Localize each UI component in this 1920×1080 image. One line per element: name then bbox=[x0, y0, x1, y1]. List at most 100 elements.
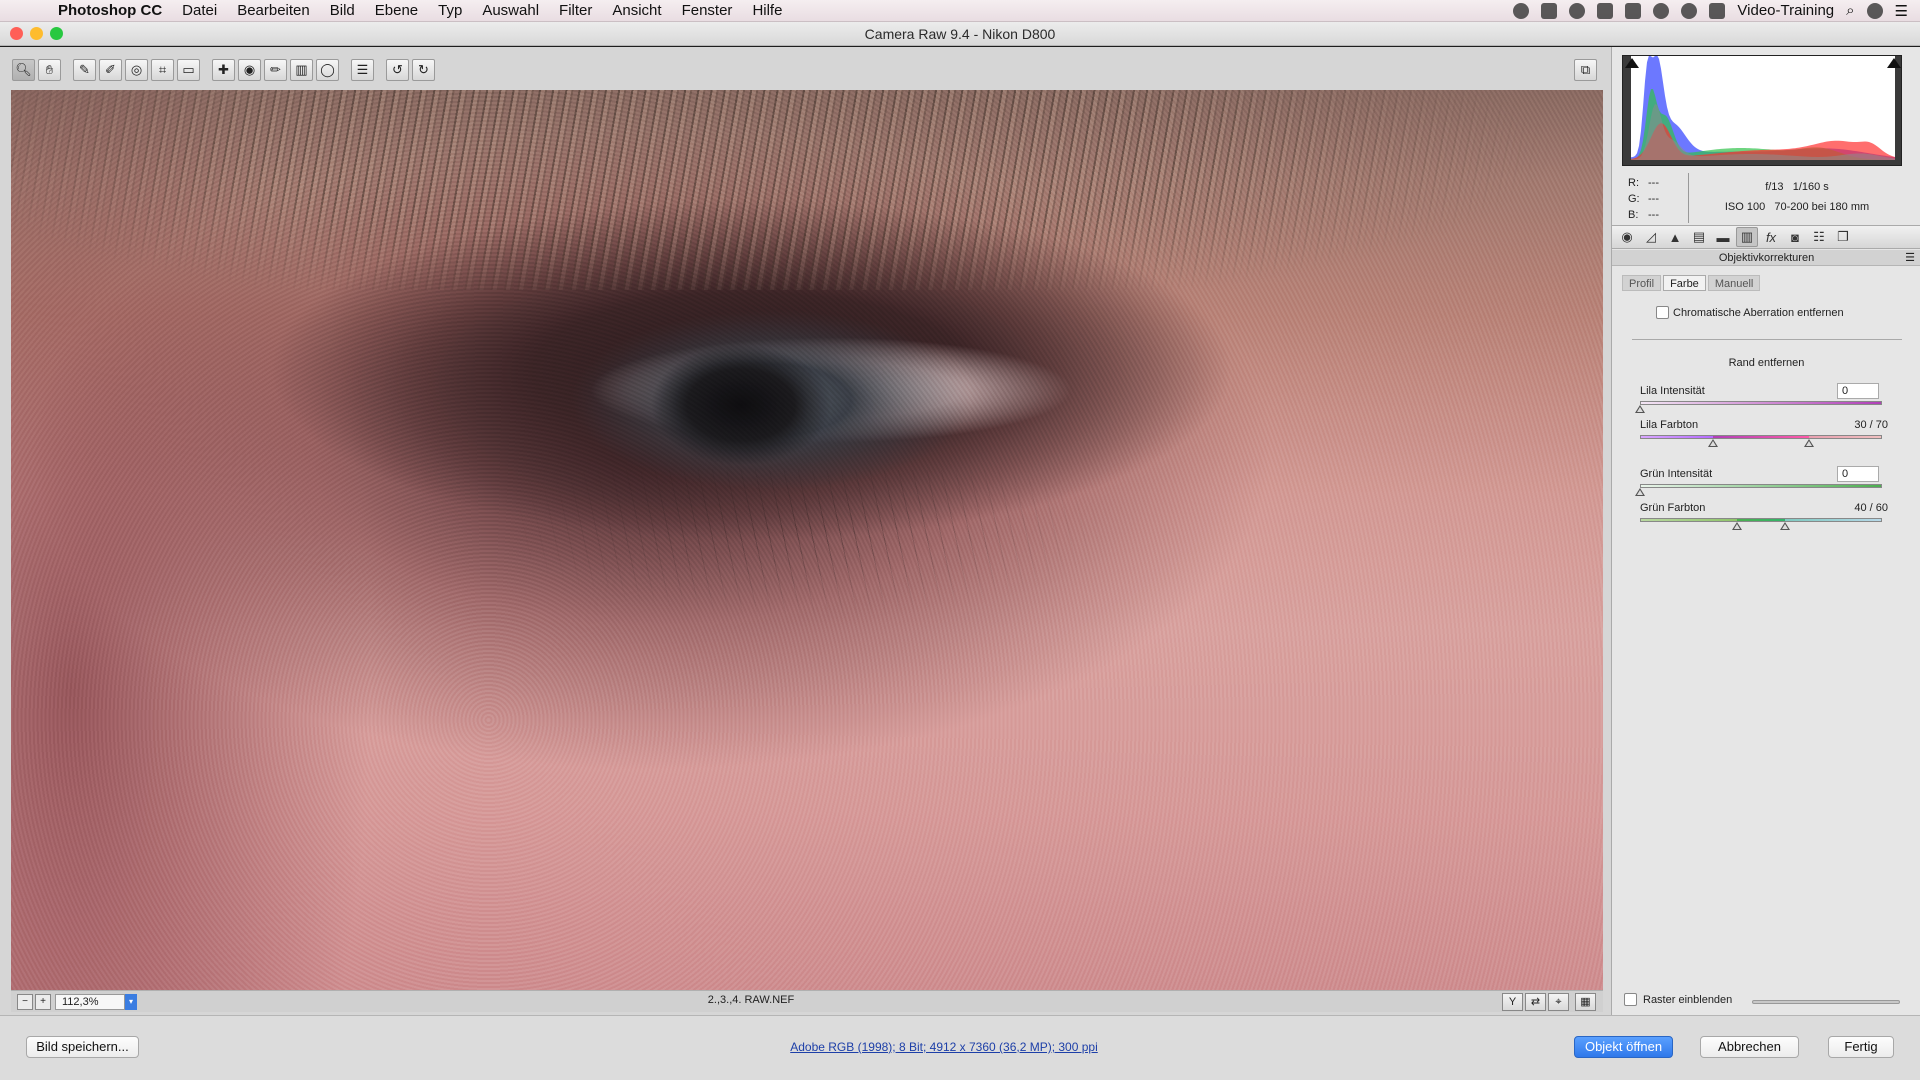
basic-tab-icon[interactable]: ◉ bbox=[1616, 227, 1638, 247]
hand-tool-icon[interactable]: ✋︎ bbox=[38, 59, 61, 81]
show-grid-checkbox[interactable] bbox=[1624, 993, 1637, 1006]
before-after-view-icon[interactable]: Y bbox=[1502, 993, 1523, 1011]
app-status-icon[interactable] bbox=[1541, 2, 1558, 19]
divider bbox=[1632, 339, 1902, 340]
done-button[interactable]: Fertig bbox=[1828, 1036, 1894, 1058]
image-preview[interactable] bbox=[11, 90, 1603, 990]
purple-hue-slider[interactable] bbox=[1640, 435, 1882, 439]
shutter-speed: 1/160 s bbox=[1792, 181, 1829, 193]
purple-amount-input[interactable]: 0 bbox=[1837, 383, 1879, 399]
remove-ca-checkbox[interactable] bbox=[1656, 306, 1669, 319]
fullscreen-toggle-icon[interactable]: ⧉ bbox=[1574, 59, 1597, 81]
record-icon[interactable] bbox=[1513, 2, 1530, 19]
lens-subtabs: Profil Farbe Manuell bbox=[1622, 275, 1762, 291]
wifi-icon[interactable] bbox=[1681, 2, 1698, 19]
effects-tab-icon[interactable]: fx bbox=[1760, 227, 1782, 247]
dropbox-icon[interactable] bbox=[1597, 2, 1614, 19]
purple-hue-value: 30 / 70 bbox=[1854, 419, 1888, 431]
crop-tool-icon[interactable]: ⌗ bbox=[151, 59, 174, 81]
color-sampler-tool-icon[interactable]: ✐ bbox=[99, 59, 122, 81]
lens-corrections-tab-icon[interactable]: ▥ bbox=[1736, 227, 1758, 247]
zoom-window-button[interactable] bbox=[50, 27, 63, 40]
status-area: Video-Training ⌕ ☰ bbox=[1513, 2, 1920, 20]
airplay-icon[interactable] bbox=[1709, 2, 1726, 19]
menu-typ[interactable]: Typ bbox=[428, 2, 472, 19]
purple-amount-handle[interactable] bbox=[1635, 405, 1645, 413]
purple-hue-high-handle[interactable] bbox=[1804, 439, 1815, 447]
tab-farbe[interactable]: Farbe bbox=[1663, 275, 1706, 291]
purple-hue-label: Lila Farbton bbox=[1640, 419, 1699, 431]
close-window-button[interactable] bbox=[10, 27, 23, 40]
cancel-button[interactable]: Abbrechen bbox=[1700, 1036, 1799, 1058]
shadow-clipping-icon[interactable] bbox=[1625, 58, 1639, 68]
menu-user[interactable]: Video-Training bbox=[1737, 2, 1834, 19]
siri-icon[interactable] bbox=[1866, 2, 1883, 19]
exif-info: f/13 1/160 s ISO 100 70-200 bei 180 mm bbox=[1692, 177, 1902, 217]
tone-curve-tab-icon[interactable]: ◿ bbox=[1640, 227, 1662, 247]
menu-datei[interactable]: Datei bbox=[172, 2, 227, 19]
show-grid-label[interactable]: Raster einblenden bbox=[1643, 994, 1732, 1006]
white-balance-tool-icon[interactable]: ✎ bbox=[73, 59, 96, 81]
menu-bearbeiten[interactable]: Bearbeiten bbox=[227, 2, 320, 19]
green-hue-label: Grün Farbton bbox=[1640, 502, 1706, 514]
skin-texture bbox=[11, 90, 1603, 990]
purple-amount-slider[interactable] bbox=[1640, 401, 1882, 405]
open-object-button[interactable]: Objekt öffnen bbox=[1574, 1036, 1673, 1058]
menu-app[interactable]: Photoshop CC bbox=[48, 2, 172, 19]
snapshots-tab-icon[interactable]: ❐ bbox=[1832, 227, 1854, 247]
radial-filter-icon[interactable]: ◯ bbox=[316, 59, 339, 81]
window-title-bar: Camera Raw 9.4 - Nikon D800 bbox=[0, 22, 1920, 46]
rotate-right-icon[interactable]: ↻ bbox=[412, 59, 435, 81]
adjustment-brush-icon[interactable]: ✏ bbox=[264, 59, 287, 81]
adjustment-panel: R: --- G: --- B: --- f/13 1/160 s ISO 100 7… bbox=[1611, 47, 1920, 1015]
menu-fenster[interactable]: Fenster bbox=[672, 2, 743, 19]
presets-tab-icon[interactable]: ☷ bbox=[1808, 227, 1830, 247]
red-eye-tool-icon[interactable]: ◉ bbox=[238, 59, 261, 81]
toggle-default-icon[interactable]: ▦ bbox=[1575, 993, 1596, 1011]
notification-center-icon[interactable]: ☰ bbox=[1895, 2, 1908, 20]
battery-icon[interactable] bbox=[1625, 2, 1642, 19]
copy-settings-icon[interactable]: ⌖ bbox=[1548, 993, 1569, 1011]
graduated-filter-icon[interactable]: ▥ bbox=[290, 59, 313, 81]
menu-auswahl[interactable]: Auswahl bbox=[472, 2, 549, 19]
green-hue-low-handle[interactable] bbox=[1731, 522, 1742, 530]
green-amount-slider[interactable] bbox=[1640, 484, 1882, 488]
preferences-icon[interactable]: ☰ bbox=[351, 59, 374, 81]
bluetooth-icon[interactable] bbox=[1653, 2, 1670, 19]
targeted-adjustment-tool-icon[interactable]: ◎ bbox=[125, 59, 148, 81]
tab-manuell[interactable]: Manuell bbox=[1707, 275, 1761, 291]
swap-settings-icon[interactable]: ⇄ bbox=[1525, 993, 1546, 1011]
split-toning-tab-icon[interactable]: ▬ bbox=[1712, 227, 1734, 247]
menu-bild[interactable]: Bild bbox=[320, 2, 365, 19]
file-name: 2.,3.,4. RAW.NEF bbox=[707, 994, 795, 1006]
zoom-tool-icon[interactable]: 🔍︎ bbox=[12, 59, 35, 81]
spotlight-icon[interactable]: ⌕ bbox=[1846, 2, 1854, 19]
menu-ebene[interactable]: Ebene bbox=[365, 2, 428, 19]
tab-profil[interactable]: Profil bbox=[1622, 275, 1662, 291]
straighten-tool-icon[interactable]: ▭ bbox=[177, 59, 200, 81]
minimize-window-button[interactable] bbox=[30, 27, 43, 40]
detail-tab-icon[interactable]: ▲ bbox=[1664, 227, 1686, 247]
green-hue-slider[interactable] bbox=[1640, 518, 1882, 522]
menu-bar: Photoshop CC Datei Bearbeiten Bild Ebene… bbox=[0, 0, 1920, 22]
grid-size-slider[interactable] bbox=[1752, 1000, 1900, 1004]
panel-tab-bar: ◉ ◿ ▲ ▤ ▬ ▥ fx ◙ ☷ ❐ bbox=[1612, 225, 1920, 249]
rotate-left-icon[interactable]: ↺ bbox=[386, 59, 409, 81]
remove-ca-label[interactable]: Chromatische Aberration entfernen bbox=[1673, 307, 1844, 319]
green-hue-value: 40 / 60 bbox=[1854, 502, 1888, 514]
camera-calibration-tab-icon[interactable]: ◙ bbox=[1784, 227, 1806, 247]
green-amount-input[interactable]: 0 bbox=[1837, 466, 1879, 482]
green-amount-handle[interactable] bbox=[1635, 488, 1645, 496]
panel-menu-icon[interactable]: ☰ bbox=[1905, 250, 1915, 266]
purple-hue-low-handle[interactable] bbox=[1707, 439, 1718, 447]
menu-ansicht[interactable]: Ansicht bbox=[602, 2, 671, 19]
hsl-tab-icon[interactable]: ▤ bbox=[1688, 227, 1710, 247]
defringe-heading: Rand entfernen bbox=[1728, 357, 1805, 369]
highlight-clipping-icon[interactable] bbox=[1887, 58, 1901, 68]
camera-raw-dialog: 🔍︎ ✋︎ ✎ ✐ ◎ ⌗ ▭ ✚ ◉ ✏ ▥ ◯ ☰ ↺ ↻ ⧉ − + 11… bbox=[0, 47, 1920, 1080]
green-hue-high-handle[interactable] bbox=[1780, 522, 1791, 530]
spot-removal-tool-icon[interactable]: ✚ bbox=[212, 59, 235, 81]
creative-cloud-icon[interactable] bbox=[1569, 2, 1586, 19]
menu-hilfe[interactable]: Hilfe bbox=[742, 2, 792, 19]
menu-filter[interactable]: Filter bbox=[549, 2, 602, 19]
